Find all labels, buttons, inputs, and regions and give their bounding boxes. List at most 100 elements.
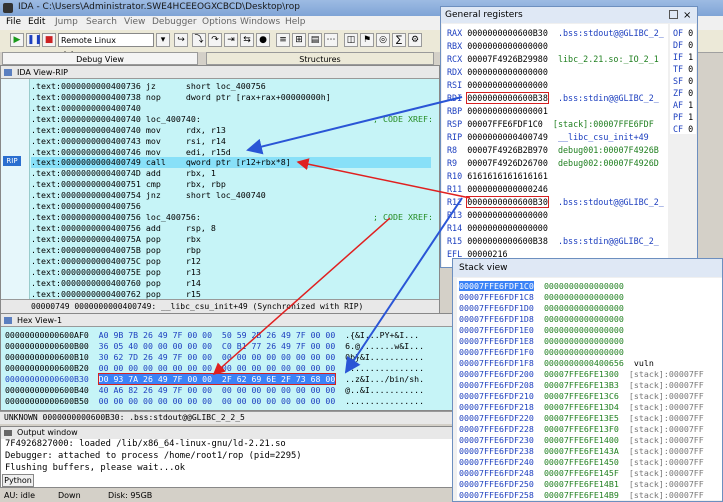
menu-search[interactable]: Search xyxy=(86,17,117,27)
module-icon[interactable]: ◫ xyxy=(344,33,358,47)
breakpoint-icon[interactable]: ● xyxy=(256,33,270,47)
hex-row[interactable]: 00000000000600B40 40 A6 82 26 49 7F 00 0… xyxy=(5,385,424,396)
flag-row[interactable]: PF 1 xyxy=(673,111,693,123)
register-row[interactable]: RBP 0000000000000001 xyxy=(447,105,558,117)
register-row[interactable]: R13 0000000000000000 xyxy=(447,209,558,221)
register-row[interactable]: R15 0000000000600B38 .bss:stdin@@GLIBC_2… xyxy=(447,235,659,247)
code-line[interactable]: .text:0000000000400740 loc_400740: xyxy=(31,114,201,125)
code-line[interactable]: .text:000000000040075B pop rbp xyxy=(31,245,201,256)
menu-view[interactable]: View xyxy=(124,17,145,27)
watch-icon[interactable]: ◎ xyxy=(376,33,390,47)
flag-icon[interactable]: ⚑ xyxy=(360,33,374,47)
hex-row-selected[interactable]: 00000000000600B30 D0 93 7A 26 49 7F 00 0… xyxy=(5,373,424,385)
python-button[interactable]: Python xyxy=(2,474,34,487)
hex-row[interactable]: 00000000000600B00 36 05 40 00 00 00 00 0… xyxy=(5,341,424,352)
register-row[interactable]: R14 0000000000000000 xyxy=(447,222,558,234)
stack-row[interactable]: 00007FFE6FDF258 00007FFE6FE14B9 [stack]:… xyxy=(459,489,704,501)
code-line[interactable]: .text:000000000040075A pop rbx xyxy=(31,234,201,245)
code-line[interactable]: .text:0000000000400751 cmp rbx, rbp xyxy=(31,179,226,190)
menu-windows[interactable]: Windows xyxy=(240,17,280,27)
current-instruction-line[interactable]: .text:0000000000400749 call qword ptr [r… xyxy=(31,157,431,168)
register-row[interactable]: R8 00007F4926B2B970 debug001:00007F4926B xyxy=(447,144,659,156)
menu-jump[interactable]: Jump xyxy=(55,17,78,27)
code-line[interactable]: .text:0000000000400754 jnz short loc_400… xyxy=(31,190,266,201)
code-line[interactable]: .text:0000000000400756 add rsp, 8 xyxy=(31,223,216,234)
close-icon[interactable]: × xyxy=(683,8,691,24)
menu-options[interactable]: Options xyxy=(202,17,237,27)
step-icon[interactable]: ↪ xyxy=(174,33,188,47)
hex-row[interactable]: 00000000000600B20 00 00 00 00 00 00 00 0… xyxy=(5,363,424,374)
run-icon[interactable]: ▶ xyxy=(10,33,24,47)
flag-row[interactable]: TF 0 xyxy=(673,63,693,75)
code-line[interactable]: .text:0000000000400738 nop dword ptr [ra… xyxy=(31,92,331,103)
maximize-icon[interactable] xyxy=(669,10,678,19)
register-row[interactable]: RBX 0000000000000000 xyxy=(447,40,558,52)
flag-row[interactable]: AF 1 xyxy=(673,99,693,111)
flag-row[interactable]: CF 0 xyxy=(673,123,693,135)
code-line[interactable]: .text:0000000000400760 pop r14 xyxy=(31,278,201,289)
register-row[interactable]: R11 0000000000000246 xyxy=(447,183,558,195)
registers-list: RAX 0000000000600B30 .bss:stdout@@GLIBC_… xyxy=(442,24,668,267)
debugger-select[interactable]: Remote Linux debugger xyxy=(58,33,154,59)
hex-row[interactable]: 00000000000600B10 30 62 7D 26 49 7F 00 0… xyxy=(5,352,424,363)
code-line[interactable]: .text:0000000000400756 loc_400756: xyxy=(31,212,201,223)
code-line[interactable]: .text:0000000000400736 jz short loc_4007… xyxy=(31,81,266,92)
register-row[interactable]: RSP 00007FFE6FDF1C0 [stack]:00007FFE6FDF xyxy=(447,118,654,130)
register-row[interactable]: RIP 0000000000400749 __libc_csu_init+49 xyxy=(447,131,649,143)
flag-row[interactable]: ZF 0 xyxy=(673,87,693,99)
hex-row[interactable]: 00000000000600B50 00 00 00 00 00 00 00 0… xyxy=(5,396,424,407)
run-to-icon[interactable]: ⇥ xyxy=(224,33,238,47)
xref-comment: ; CODE XREF: xyxy=(373,212,433,222)
registers-title-bar: General registers × xyxy=(441,7,697,23)
status-disk: Disk: 95GB xyxy=(108,491,153,500)
tab-structures[interactable]: Structures xyxy=(206,52,434,65)
register-row[interactable]: RSI 0000000000000000 xyxy=(447,79,558,91)
ida-view-status-text: 00000749 0000000000400749: __libc_csu_in… xyxy=(31,302,364,311)
hex-view-title: Hex View-1 xyxy=(17,316,63,325)
dropdown-arrow-icon[interactable]: ▾ xyxy=(156,33,170,47)
step-into-icon[interactable]: ⤵ xyxy=(192,33,206,47)
flag-row[interactable]: OF 0 xyxy=(673,27,693,39)
graph-icon[interactable]: ⊞ xyxy=(292,33,306,47)
view-tabs: Debug View Structures xyxy=(0,52,440,65)
register-row-r12[interactable]: R12 0000000000600B30 .bss:stdout@@GLIBC_… xyxy=(447,196,664,208)
code-line[interactable]: .text:0000000000400740 xyxy=(31,103,141,114)
menu-debugger[interactable]: Debugger xyxy=(152,17,197,27)
ida-view-status: 00000749 0000000000400749: __libc_csu_in… xyxy=(1,299,439,313)
status-direction: Down xyxy=(58,491,81,500)
menu-help[interactable]: Help xyxy=(285,17,306,27)
disasm-icon xyxy=(4,69,12,76)
code-line[interactable]: .text:0000000000400740 mov rdx, r13 xyxy=(31,125,226,136)
code-line[interactable]: .text:000000000040075E pop r13 xyxy=(31,267,201,278)
step-over-icon[interactable]: ↷ xyxy=(208,33,222,47)
pause-icon[interactable]: ❚❚ xyxy=(26,33,42,47)
register-row-rdi[interactable]: RDI 0000000000600B38 .bss:stdin@@GLIBC_2… xyxy=(447,92,659,104)
code-line[interactable]: .text:0000000000400743 mov rsi, r14 xyxy=(31,136,226,147)
ida-logo-icon xyxy=(3,3,13,13)
stack-list: 00007FFE6FDF1C0 0000000000000000 00007FF… xyxy=(457,278,722,500)
flag-row[interactable]: IF 1 xyxy=(673,51,693,63)
flag-row[interactable]: SF 0 xyxy=(673,75,693,87)
register-row[interactable]: R10 6161616161616161 xyxy=(447,170,558,182)
settings-icon[interactable]: ⚙ xyxy=(408,33,422,47)
register-row[interactable]: R9 00007F4926D26700 debug002:00007F4926D xyxy=(447,157,659,169)
register-row[interactable]: RCX 00007F4926B29980 libc_2.21.so:_IO_2_… xyxy=(447,53,659,65)
thread-icon[interactable]: ⋯ xyxy=(324,33,338,47)
output-line: Flushing buffers, please wait...ok xyxy=(5,463,186,473)
hex-row[interactable]: 00000000000600AF0 A0 9B 7B 26 49 7F 00 0… xyxy=(5,330,419,341)
list-icon[interactable]: ≡ xyxy=(276,33,290,47)
memory-icon[interactable]: ▤ xyxy=(308,33,322,47)
tab-debug-view[interactable]: Debug View xyxy=(2,52,198,65)
trace-icon[interactable]: ⇆ xyxy=(240,33,254,47)
register-row[interactable]: RDX 0000000000000000 xyxy=(447,66,558,78)
register-row[interactable]: RAX 0000000000600B30 .bss:stdout@@GLIBC_… xyxy=(447,27,664,39)
calc-icon[interactable]: ∑ xyxy=(392,33,406,47)
stop-icon[interactable]: ■ xyxy=(42,33,56,47)
flag-row[interactable]: DF 0 xyxy=(673,39,693,51)
menu-file[interactable]: File xyxy=(6,17,21,27)
code-line[interactable]: .text:0000000000400756 xyxy=(31,201,141,212)
menu-edit[interactable]: Edit xyxy=(28,17,45,27)
code-line[interactable]: .text:000000000040074D add rbx, 1 xyxy=(31,168,216,179)
code-line[interactable]: .text:000000000040075C pop r12 xyxy=(31,256,201,267)
stack-view-title-bar: Stack view xyxy=(453,259,722,277)
